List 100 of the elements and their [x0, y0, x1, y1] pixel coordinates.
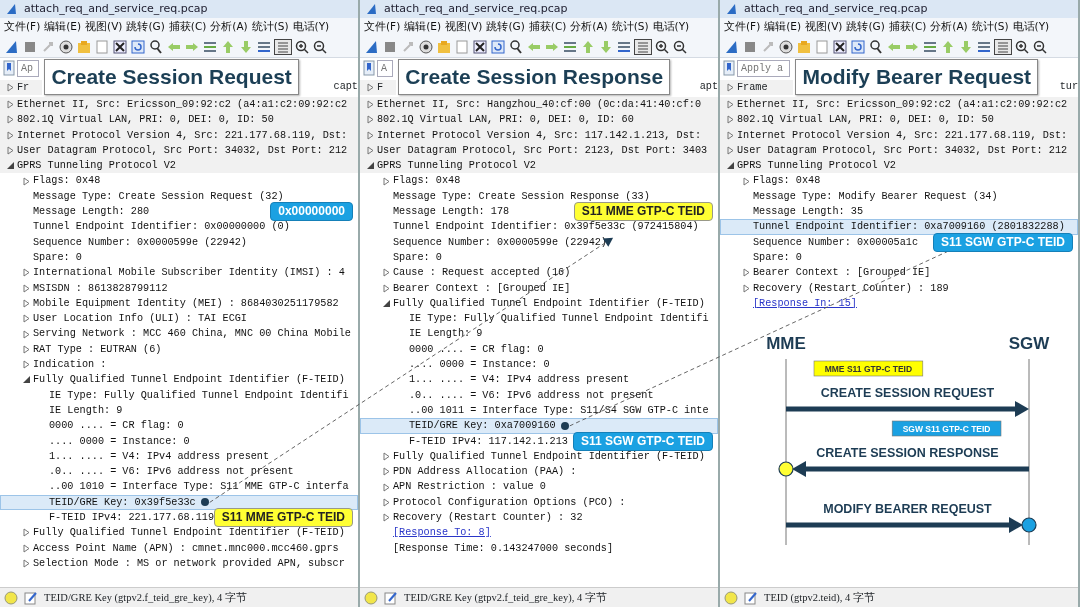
menu-item[interactable]: 编辑(E): [764, 19, 802, 35]
edit-icon[interactable]: [384, 590, 398, 605]
tree-row[interactable]: Tunnel Endpoint Identifier: 0xa7009160 (2801832288): [720, 219, 1078, 235]
tree-expanded-icon[interactable]: [366, 162, 374, 170]
tree-row[interactable]: Recovery (Restart Counter) : 189: [720, 280, 1078, 296]
tree-row[interactable]: Ethernet II, Src: Hangzhou_40:cf:00 (0c:da:41:40:cf:0: [360, 97, 718, 113]
close-icon[interactable]: [472, 38, 488, 55]
tree-expanded-icon[interactable]: [382, 300, 390, 307]
tree-row[interactable]: Recovery (Restart Counter) : 32: [360, 510, 718, 526]
tree-row[interactable]: Spare: 0: [720, 249, 1078, 266]
response-link[interactable]: [Response In: 15]: [753, 295, 857, 312]
tree-row[interactable]: .0.. .... = V6: IPv6 address not present: [360, 387, 718, 403]
tree-row[interactable]: Tunnel Endpoint Identifier: 0x00000000 (0): [0, 219, 358, 235]
tree-expanded-icon[interactable]: [6, 162, 14, 170]
tree-row[interactable]: PDN Address Allocation (PAA) :: [360, 464, 718, 480]
tree-row[interactable]: APN Restriction : value 0: [360, 479, 718, 495]
tree-row[interactable]: Cause : Request accepted (16): [360, 265, 718, 281]
tree-row[interactable]: Fully Qualified Tunnel Endpoint Identifier (F-TEID): [0, 372, 358, 388]
tree-row[interactable]: [Response To: 8]: [360, 525, 718, 541]
tree-row[interactable]: IE Length: 9: [360, 326, 718, 342]
zoom-out-icon[interactable]: [1032, 38, 1048, 55]
menu-item[interactable]: 跳转(G): [486, 19, 525, 35]
bookmark-icon[interactable]: [723, 60, 735, 76]
tree-row[interactable]: Sequence Number: 0x00005a1c S11 SGW GTP-C TEID: [720, 234, 1078, 250]
tree-row[interactable]: GPRS Tunneling Protocol V2: [0, 158, 358, 174]
tree-row[interactable]: Frame: [720, 79, 794, 95]
tree-row[interactable]: Access Point Name (APN) : cmnet.mnc000.mcc460.gprs: [0, 540, 358, 556]
close-icon[interactable]: [112, 38, 128, 55]
tree-row[interactable]: Fully Qualified Tunnel Endpoint Identifier (F-TEID): [0, 525, 358, 541]
tree-row[interactable]: RAT Type : EUTRAN (6): [0, 341, 358, 358]
tree-row[interactable]: [Response Time: 0.143247000 seconds]: [360, 540, 718, 556]
tree-collapsed-icon[interactable]: [742, 176, 750, 186]
menu-item[interactable]: 统计(S): [971, 19, 1009, 35]
bookmark-icon[interactable]: [363, 60, 375, 76]
tree-row[interactable]: Ethernet II, Src: Ericsson_09:92:c2 (a4:a1:c2:09:92:c2: [0, 97, 358, 113]
tree-row[interactable]: .... 0000 = Instance: 0: [360, 357, 718, 373]
tree-row[interactable]: 0000 .... = CR flag: 0: [360, 341, 718, 358]
tree-row[interactable]: TEID/GRE Key: 0x39f5e33c: [0, 494, 358, 510]
tree-row[interactable]: Message Type: Modify Bearer Request (34): [720, 188, 1078, 205]
tree-row[interactable]: Tunnel Endpoint Identifier: 0x39f5e33c (972415804): [360, 219, 718, 235]
tree-row[interactable]: Message Length: 35: [720, 204, 1078, 220]
search-icon[interactable]: [148, 38, 164, 55]
menu-item[interactable]: 电话(Y): [1012, 19, 1050, 35]
reload-icon[interactable]: [850, 38, 866, 55]
menu-item[interactable]: 分析(A): [930, 19, 968, 35]
menu-item[interactable]: 分析(A): [570, 19, 608, 35]
tree-row[interactable]: 802.1Q Virtual LAN, PRI: 0, DEI: 0, ID: 60: [360, 112, 718, 128]
tree-row[interactable]: Selection Mode : MS or network provided APN, subscr: [0, 555, 358, 572]
menu-item[interactable]: 跳转(G): [846, 19, 885, 35]
tree-row[interactable]: Fully Qualified Tunnel Endpoint Identifier (F-TEID): [360, 295, 718, 312]
edit-icon[interactable]: [24, 590, 38, 605]
tree-row[interactable]: 802.1Q Virtual LAN, PRI: 0, DEI: 0, ID: 50: [0, 112, 358, 128]
reload-icon[interactable]: [130, 38, 146, 55]
menu-item[interactable]: 视图(V): [85, 19, 123, 35]
menu-item[interactable]: 捕获(C): [888, 19, 927, 35]
menu-item[interactable]: 编辑(E): [404, 19, 442, 35]
tree-row[interactable]: GPRS Tunneling Protocol V2: [360, 158, 718, 174]
tree-row[interactable]: ..00 1010 = Interface Type: S11 MME GTP-C interfa: [0, 479, 358, 495]
tree-row[interactable]: GPRS Tunneling Protocol V2: [720, 158, 1078, 174]
tree-row[interactable]: Message Type: Create Session Request (32): [0, 188, 358, 205]
bookmark-icon[interactable]: [3, 60, 15, 76]
menu-item[interactable]: 统计(S): [251, 19, 289, 35]
filter-field[interactable]: Apply a: [737, 59, 791, 77]
tree-row[interactable]: User Location Info (ULI) : TAI ECGI: [0, 311, 358, 327]
tree-row[interactable]: 1... .... = V4: IPv4 address present: [360, 372, 718, 388]
reload-icon[interactable]: [490, 38, 506, 55]
tree-row[interactable]: 0000 .... = CR flag: 0: [0, 418, 358, 434]
tree-row[interactable]: Sequence Number: 0x0000599e (22942): [0, 234, 358, 250]
tree-row[interactable]: MSISDN : 8613828799112: [0, 280, 358, 296]
tree-row[interactable]: .... 0000 = Instance: 0: [0, 433, 358, 449]
tree-row[interactable]: Ethernet II, Src: Ericsson_09:92:c2 (a4:a1:c2:09:92:c2: [720, 97, 1078, 113]
tree-row[interactable]: Indication :: [0, 357, 358, 373]
tree-row[interactable]: Message Length: 178 S11 MME GTP-C TEID: [360, 204, 718, 220]
tree-row[interactable]: TEID/GRE Key: 0xa7009160: [360, 418, 718, 434]
edit-icon[interactable]: [744, 590, 758, 605]
menu-item[interactable]: 分析(A): [210, 19, 248, 35]
tree-row[interactable]: Serving Network : MCC 460 China, MNC 00 China Mobile: [0, 326, 358, 342]
tree-row[interactable]: Message Type: Create Session Response (33): [360, 188, 718, 205]
tree-row[interactable]: F-TEID IPv4: 221.177.68.119 S11 MME GTP-C TEID: [0, 510, 358, 526]
filter-field[interactable]: A: [377, 59, 394, 77]
zoom-in-icon[interactable]: [1014, 38, 1030, 55]
response-link[interactable]: [Response To: 8]: [393, 525, 491, 541]
tree-collapsed-icon[interactable]: [22, 176, 30, 186]
menu-item[interactable]: 文件(F): [364, 19, 401, 35]
menu-item[interactable]: 统计(S): [611, 19, 649, 35]
menu-item[interactable]: 文件(F): [724, 19, 761, 35]
tree-row[interactable]: Bearer Context : [Grouped IE]: [360, 280, 718, 296]
tree-row[interactable]: .0.. .... = V6: IPv6 address not present: [0, 464, 358, 480]
search-icon[interactable]: [868, 38, 884, 55]
tree-row[interactable]: Fr: [0, 79, 43, 95]
menu-item[interactable]: 电话(Y): [292, 19, 330, 35]
tree-row[interactable]: Flags: 0x48: [360, 173, 718, 189]
menu-item[interactable]: 视图(V): [445, 19, 483, 35]
tree-row[interactable]: IE Type: Fully Qualified Tunnel Endpoint Identifi: [360, 311, 718, 327]
tree-row[interactable]: International Mobile Subscriber Identity (IMSI) : 4: [0, 265, 358, 281]
tree-row[interactable]: Fully Qualified Tunnel Endpoint Identifier (F-TEID): [360, 448, 718, 465]
search-icon[interactable]: [508, 38, 524, 55]
menu-item[interactable]: 捕获(C): [168, 19, 207, 35]
tree-row[interactable]: 802.1Q Virtual LAN, PRI: 0, DEI: 0, ID: 50: [720, 112, 1078, 128]
close-icon[interactable]: [832, 38, 848, 55]
